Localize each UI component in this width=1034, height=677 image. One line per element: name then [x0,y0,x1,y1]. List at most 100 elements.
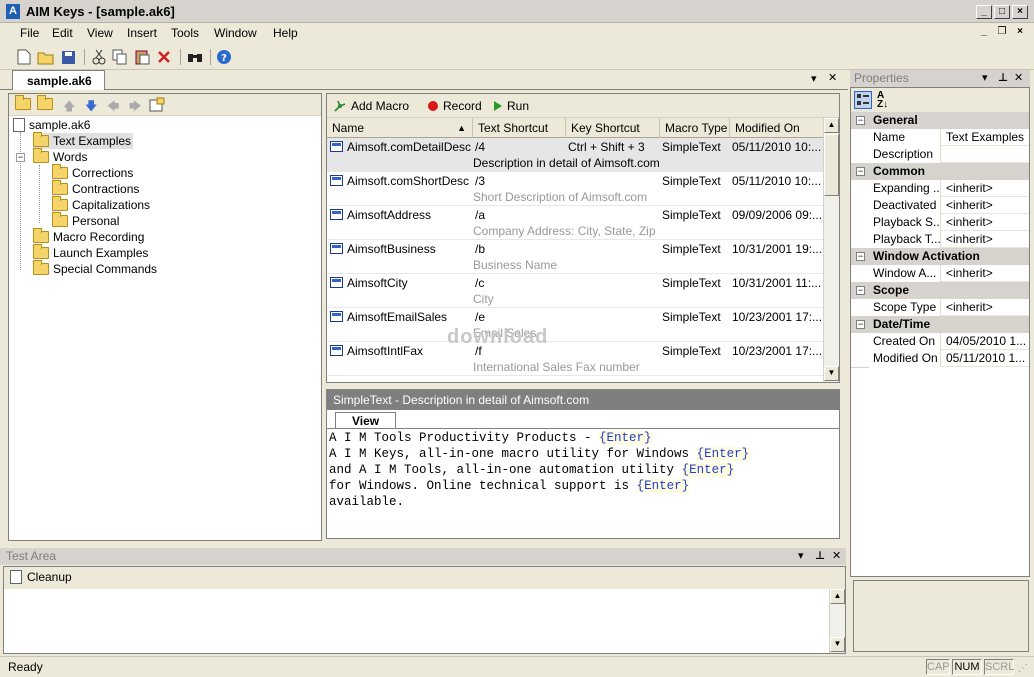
categorized-icon[interactable] [854,91,872,109]
move-down-icon[interactable]: 🡇 [85,97,97,118]
prop-row-expanding[interactable]: Expanding ... <inherit> [851,180,1029,197]
table-row[interactable]: AimsoftBusiness /b SimpleText 10/31/2001… [327,240,823,274]
copy-icon[interactable] [110,47,130,67]
tab-list-icon[interactable]: ▾ [811,72,817,85]
scroll-up-icon[interactable]: ▲ [830,589,845,604]
tree-item-label: Personal [72,214,120,228]
menu-file[interactable]: File [20,26,39,40]
move-up-icon[interactable]: 🡅 [63,97,75,118]
prop-row-description[interactable]: Description [851,146,1029,163]
delete-icon[interactable] [154,47,174,67]
properties-icon[interactable] [149,97,165,115]
prop-row-deactivated[interactable]: Deactivated <inherit> [851,197,1029,214]
pin-icon[interactable]: ⊥ [815,549,825,562]
maximize-button[interactable]: □ [994,5,1010,19]
app-icon[interactable]: A [6,4,20,19]
tree-root[interactable]: sample.ak6 [13,117,90,133]
menu-view[interactable]: View [87,26,113,40]
prop-category-common[interactable]: − Common [851,163,1029,180]
collapse-icon[interactable]: − [856,116,865,125]
close-document-icon[interactable]: ✕ [828,71,837,84]
table-row[interactable]: AimsoftCity /c SimpleText 10/31/2001 11:… [327,274,823,308]
tree-item-macro-recording[interactable]: Macro Recording [33,228,144,245]
scroll-down-icon[interactable]: ▼ [824,366,839,381]
resize-grip-icon[interactable]: ⋰ [1018,663,1028,674]
open-icon[interactable] [36,47,56,67]
menu-insert[interactable]: Insert [127,26,157,40]
macro-list-scrollbar[interactable]: ▲ ▼ [823,118,839,382]
help-icon[interactable]: ? [214,47,234,67]
dropdown-icon[interactable]: ▾ [982,71,988,84]
tree-item-personal[interactable]: Personal [52,212,120,229]
column-header-modified-on[interactable]: Modified On [730,118,823,138]
menu-edit[interactable]: Edit [52,26,73,40]
find-icon[interactable] [185,47,205,67]
prop-category-scope[interactable]: − Scope [851,282,1029,299]
scroll-down-icon[interactable]: ▼ [830,637,845,652]
prop-row-window-activation[interactable]: Window A... <inherit> [851,265,1029,282]
menu-help[interactable]: Help [273,26,298,40]
prop-category-general[interactable]: − General [851,112,1029,129]
column-header-key-shortcut[interactable]: Key Shortcut [566,118,660,138]
column-header-name[interactable]: Name ▲ [327,118,473,138]
new-folder-icon[interactable] [15,95,31,110]
new-subfolder-icon[interactable] [37,95,53,110]
collapse-icon[interactable]: − [856,286,865,295]
tree-item-contractions[interactable]: Contractions [52,180,139,197]
cut-icon[interactable] [89,47,109,67]
record-button[interactable]: Record [427,98,482,114]
table-row[interactable]: Aimsoft.comShortDesc /3 SimpleText 05/11… [327,172,823,206]
test-area-scrollbar[interactable]: ▲ ▼ [829,589,845,653]
prop-row-name[interactable]: Name Text Examples [851,129,1029,146]
new-icon[interactable] [14,47,34,67]
collapse-icon[interactable]: − [856,252,865,261]
menu-tools[interactable]: Tools [171,26,199,40]
table-row[interactable]: Aimsoft.comDetailDesc /4 Ctrl + Shift + … [327,138,823,172]
prop-row-scope-type[interactable]: Scope Type <inherit> [851,299,1029,316]
tab-view[interactable]: View [335,412,397,429]
prop-category-datetime[interactable]: − Date/Time [851,316,1029,333]
mdi-close-button[interactable]: × [1012,26,1028,40]
scroll-up-icon[interactable]: ▲ [824,118,839,133]
tree-item-capitalizations[interactable]: Capitalizations [52,196,150,213]
scroll-thumb[interactable] [824,134,839,196]
table-row[interactable]: AimsoftAddress /a SimpleText 09/09/2006 … [327,206,823,240]
add-macro-button[interactable]: Add Macro [333,98,409,114]
cleanup-button[interactable]: Cleanup [10,570,72,584]
prop-row-created-on[interactable]: Created On 04/05/2010 1... [851,333,1029,350]
dropdown-icon[interactable]: ▾ [798,549,804,562]
move-left-icon[interactable]: 🡄 [107,97,119,118]
tree-item-words[interactable]: Words [33,148,87,165]
collapse-icon[interactable]: − [856,320,865,329]
collapse-icon[interactable]: − [856,167,865,176]
column-header-macro-type[interactable]: Macro Type [660,118,730,138]
column-header-text-shortcut[interactable]: Text Shortcut [473,118,566,138]
pin-icon[interactable]: ⊥ [998,71,1008,84]
move-right-icon[interactable]: 🡆 [129,97,141,118]
prop-category-window-activation[interactable]: − Window Activation [851,248,1029,265]
tree-item-text-examples[interactable]: Text Examples [33,132,134,149]
test-text-area[interactable] [6,589,828,653]
save-icon[interactable] [58,47,78,67]
table-row[interactable]: AimsoftEmailSales /e SimpleText 10/23/20… [327,308,823,342]
tree-item-corrections[interactable]: Corrections [52,164,133,181]
paste-icon[interactable] [132,47,152,67]
close-pane-icon[interactable]: ✕ [832,549,841,562]
mdi-restore-button[interactable]: ❐ [994,26,1010,40]
document-tab[interactable]: sample.ak6 [12,70,105,90]
collapse-icon[interactable]: − [16,153,25,162]
tree-item-launch-examples[interactable]: Launch Examples [33,244,148,261]
menu-window[interactable]: Window [214,26,257,40]
close-pane-icon[interactable]: ✕ [1014,71,1023,84]
prop-row-modified-on[interactable]: Modified On 05/11/2010 1... [851,350,1029,367]
alphabetical-icon[interactable]: A Z↓ [877,91,888,110]
minimize-button[interactable]: _ [976,5,992,19]
tree-item-special-commands[interactable]: Special Commands [33,260,157,277]
mdi-minimize-button[interactable]: _ [976,26,992,40]
prop-row-playback-s[interactable]: Playback S... <inherit> [851,214,1029,231]
macro-text-editor[interactable]: A I M Tools Productivity Products - {Ent… [329,430,837,510]
prop-row-playback-t[interactable]: Playback T... <inherit> [851,231,1029,248]
table-row[interactable]: AimsoftIntlFax /f SimpleText 10/23/2001 … [327,342,823,376]
close-button[interactable]: × [1012,5,1028,19]
run-button[interactable]: Run [493,98,529,114]
